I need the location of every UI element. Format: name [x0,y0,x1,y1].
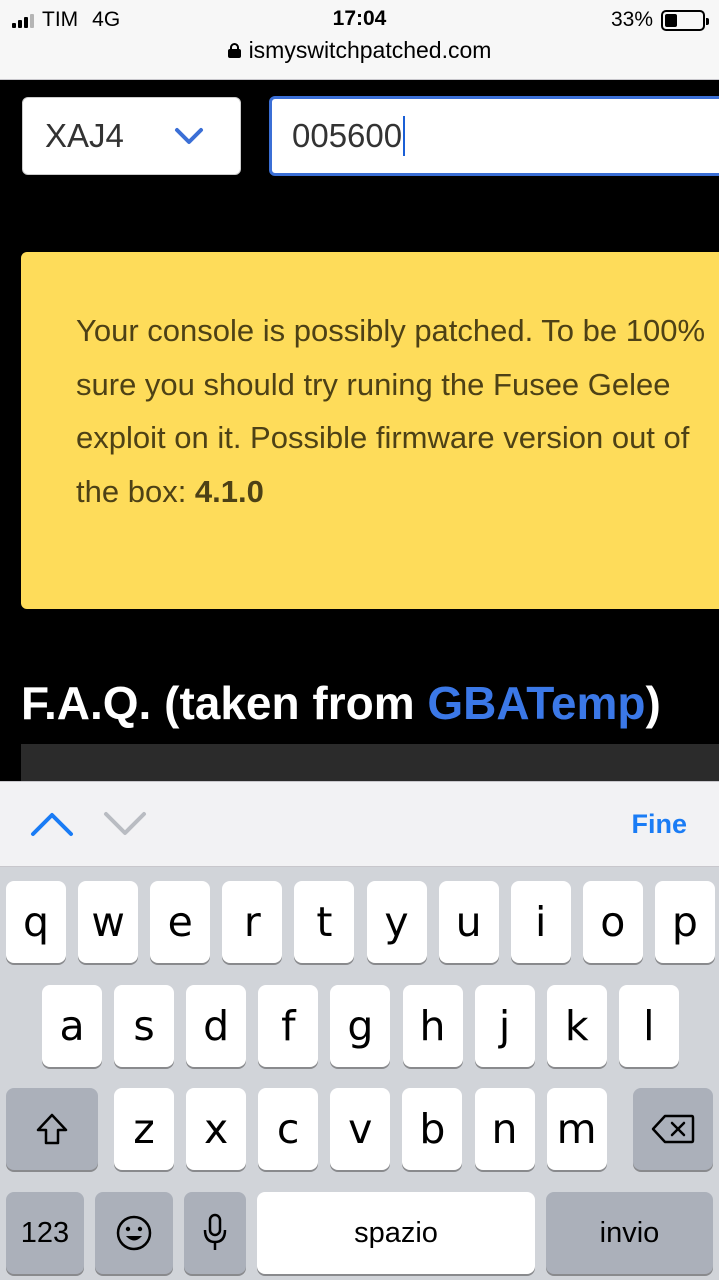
battery-icon [661,9,709,31]
return-key[interactable]: invio [546,1192,713,1274]
key-y[interactable]: y [366,881,427,963]
key-t[interactable]: t [294,881,355,963]
key-x[interactable]: x [186,1088,247,1170]
browser-status-bar: TIM 4G 17:04 33% ismyswitchpatched.com [0,0,719,80]
faq-heading: F.A.Q. (taken from GBATemp) [21,676,661,730]
key-h[interactable]: h [402,985,463,1067]
key-j[interactable]: j [474,985,535,1067]
key-g[interactable]: g [330,985,391,1067]
url-text: ismyswitchpatched.com [248,37,492,63]
chevron-down-icon[interactable] [103,810,147,838]
result-alert: Your console is possibly patched. To be … [21,252,719,609]
battery-percent: 33% [610,8,653,31]
backspace-key[interactable] [633,1088,713,1170]
on-screen-keyboard: qwertyuiop asdfghjkl zxcvbnm 123 spazio … [0,867,719,1280]
shift-icon [36,1113,68,1145]
key-p[interactable]: p [654,881,715,963]
serial-number-value: 005600 [292,117,403,154]
lock-icon [227,43,241,58]
key-o[interactable]: o [582,881,643,963]
key-i[interactable]: i [510,881,571,963]
firmware-version: 4.1.0 [194,473,264,509]
key-f[interactable]: f [258,985,319,1067]
text-caret [403,116,406,156]
numbers-key[interactable]: 123 [6,1192,84,1274]
key-d[interactable]: d [186,985,247,1067]
key-u[interactable]: u [438,881,499,963]
chevron-up-icon[interactable] [30,810,74,838]
battery-group: 33% [610,8,709,32]
address-bar[interactable]: ismyswitchpatched.com [0,37,719,64]
done-button[interactable]: Fine [631,809,687,840]
key-l[interactable]: l [618,985,679,1067]
backspace-icon [651,1114,695,1144]
serial-prefix-select[interactable]: XAJ4 [22,97,241,175]
key-b[interactable]: b [402,1088,463,1170]
serial-number-input[interactable]: 005600 [269,96,719,176]
key-k[interactable]: k [546,985,607,1067]
serial-prefix-value: XAJ4 [45,117,124,154]
dictation-key[interactable] [184,1192,246,1274]
space-key[interactable]: spazio [257,1192,535,1274]
key-v[interactable]: v [330,1088,391,1170]
key-q[interactable]: q [6,881,66,963]
gbatemp-link[interactable]: GBATemp [427,677,645,729]
key-w[interactable]: w [78,881,139,963]
key-r[interactable]: r [222,881,283,963]
key-c[interactable]: c [258,1088,319,1170]
key-s[interactable]: s [114,985,175,1067]
emoji-icon [116,1215,152,1251]
emoji-key[interactable] [95,1192,173,1274]
faq-card [21,744,719,784]
microphone-icon [203,1213,227,1250]
key-n[interactable]: n [474,1088,535,1170]
chevron-down-icon [175,128,203,144]
faq-heading-suffix: ) [645,677,661,729]
shift-key[interactable] [6,1088,98,1170]
key-m[interactable]: m [546,1088,607,1170]
key-a[interactable]: a [42,985,102,1067]
alert-message: Your console is possibly patched. To be … [76,313,706,509]
keyboard-accessory-bar: Fine [0,781,719,867]
key-e[interactable]: e [150,881,211,963]
faq-heading-prefix: F.A.Q. (taken from [21,677,428,729]
key-z[interactable]: z [114,1088,174,1170]
